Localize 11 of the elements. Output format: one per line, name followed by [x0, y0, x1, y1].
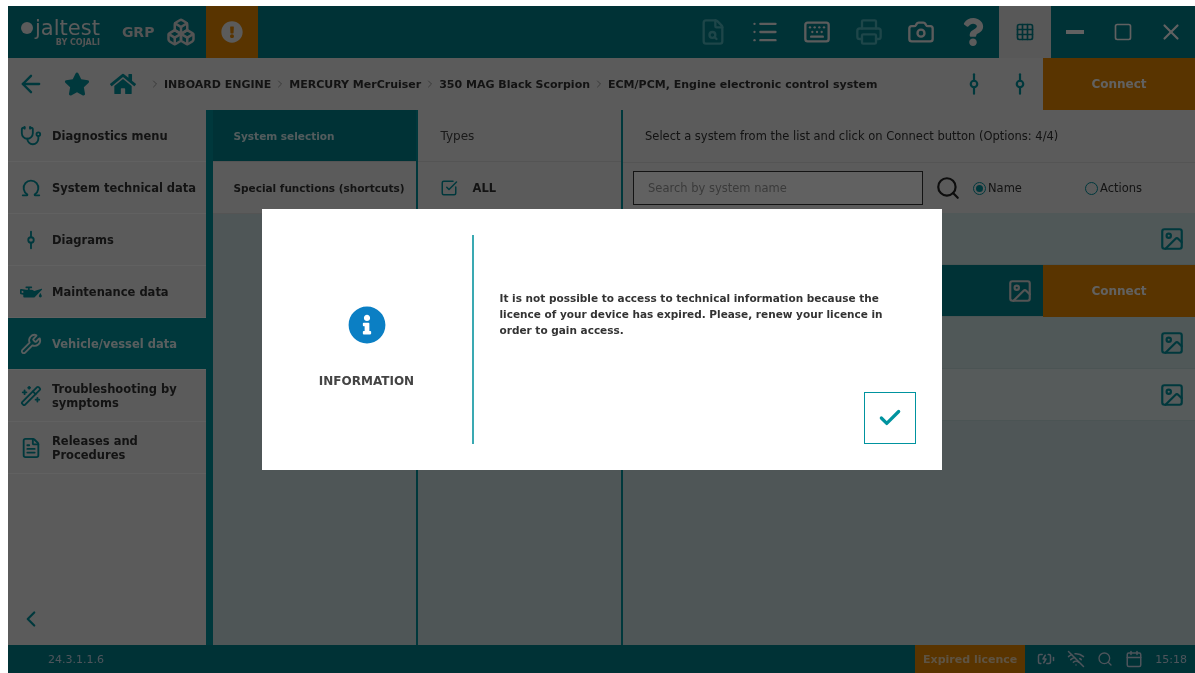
mode-label: GRP — [121, 24, 155, 40]
instruction-text: Select a system from the list and click on Connect button (Options: 4/4) — [623, 110, 1195, 163]
licence-status: Expired licence — [915, 645, 1026, 673]
type-label: ALL — [472, 181, 497, 195]
column-header: Types — [418, 110, 621, 162]
version-text: 24.3.1.1.6 — [48, 652, 104, 666]
logo: jaltest — [20, 17, 100, 38]
logo-subtitle: BY COJALI — [55, 37, 100, 47]
dialog-message: It is not possible to access to technical information because the licence of your device has expired. Please, renew your licence in order to gain access. — [499, 291, 884, 338]
clock-time: 15:18 — [1155, 652, 1187, 666]
dialog-title: INFORMATION — [318, 373, 415, 388]
